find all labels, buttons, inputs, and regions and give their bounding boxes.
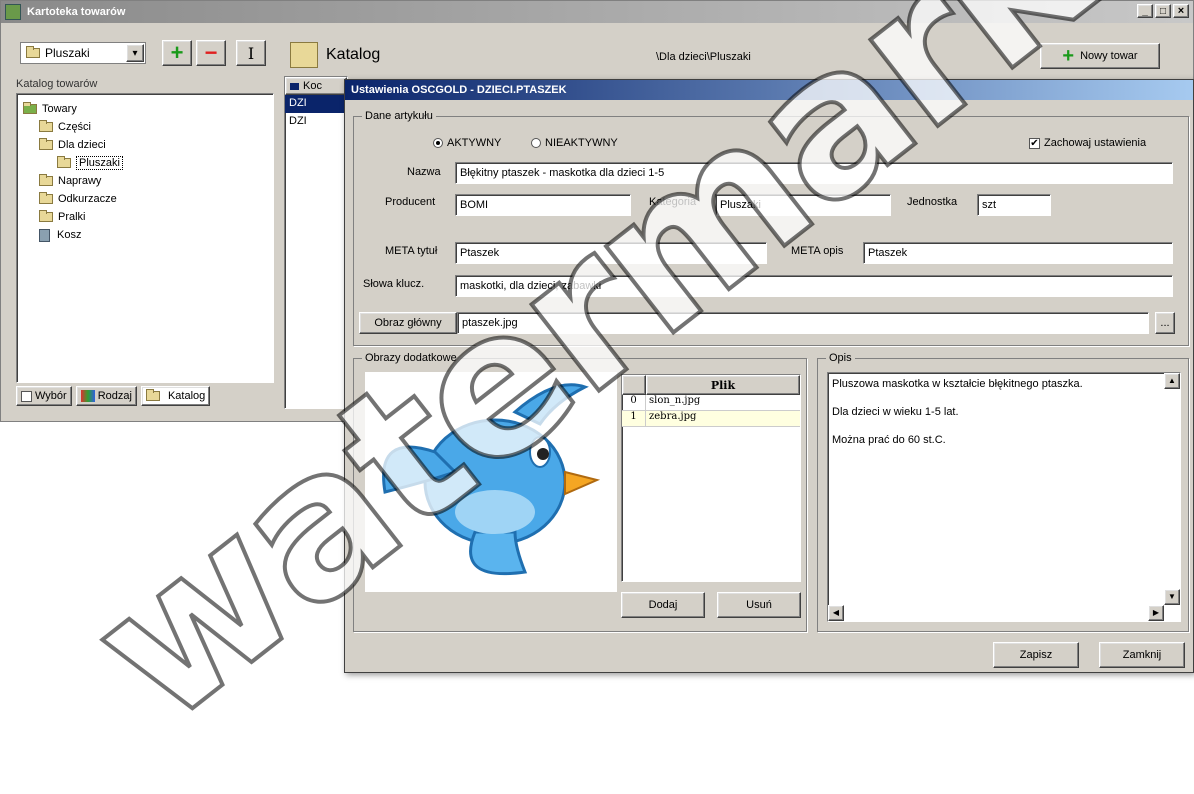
folder-icon [39, 192, 53, 204]
table-col-file[interactable]: Plik [646, 375, 800, 395]
folder-icon [39, 210, 53, 222]
producer-field[interactable]: BOMI [455, 194, 631, 216]
table-row[interactable]: 1 zebra.jpg [622, 411, 800, 427]
keep-settings-checkbox[interactable]: ✔ Zachowaj ustawienia [1029, 137, 1146, 149]
remove-category-button[interactable]: − [196, 40, 226, 66]
save-button[interactable]: Zapisz [993, 642, 1079, 668]
tree-item-odkurzacze[interactable]: Odkurzacze [21, 190, 269, 208]
name-field[interactable]: Błękitny ptaszek - maskotka dla dzieci 1… [455, 162, 1173, 184]
category-label: Kategoria [649, 196, 697, 208]
list-row[interactable]: DZI [285, 113, 347, 131]
description-line: Dla dzieci w wieku 1-5 lat. [832, 406, 959, 418]
plus-icon: + [1062, 44, 1075, 67]
main-image-button[interactable]: Obraz główny [359, 312, 457, 334]
catalog-selector-value: Pluszaki [45, 46, 90, 60]
table-corner [622, 375, 646, 395]
minimize-button[interactable]: _ [1137, 4, 1153, 18]
description-group-label: Opis [826, 352, 855, 364]
add-image-button[interactable]: Dodaj [621, 592, 705, 618]
folder-icon [26, 46, 40, 58]
radio-icon [433, 138, 443, 148]
radio-inactive[interactable]: NIEAKTYWNY [531, 137, 618, 149]
checkbox-icon [21, 390, 32, 402]
catalog-title: Katalog [326, 46, 381, 63]
column-icon [290, 82, 299, 90]
catalog-selector[interactable]: Pluszaki ▾ [20, 42, 146, 64]
settings-dialog: Ustawienia OSCGOLD - DZIECI.PTASZEK Dane… [344, 79, 1194, 673]
description-textarea[interactable]: Pluszowa maskotka w kształcie błękitnego… [827, 372, 1181, 622]
add-category-button[interactable]: + [162, 40, 192, 66]
tab-wybor[interactable]: Wybór [16, 386, 72, 406]
product-list[interactable]: Koc DZI DZI [284, 76, 348, 409]
keywords-field[interactable]: maskotki, dla dzieci, zabawki [455, 275, 1173, 297]
scroll-up-icon[interactable]: ▲ [1164, 373, 1180, 389]
tree-item-pluszaki[interactable]: Pluszaki [21, 154, 269, 172]
producer-label: Producent [385, 196, 436, 208]
main-window-title: Kartoteka towarów [27, 6, 126, 18]
tree-item-kosz[interactable]: Kosz [21, 226, 269, 244]
category-tree[interactable]: Towary Części Dla dzieci Pluszaki Napraw… [16, 93, 274, 383]
meta-title-field[interactable]: Ptaszek [455, 242, 767, 264]
folder-icon [23, 102, 37, 114]
folder-icon [39, 138, 53, 150]
description-line: Można prać do 60 st.C. [832, 434, 946, 446]
tab-katalog[interactable]: Katalog [140, 386, 211, 406]
item-data-group-label: Dane artykułu [362, 110, 436, 122]
tree-item-towary[interactable]: Towary [21, 100, 269, 118]
catalog-path: \Dla dzieci\Pluszaki [656, 51, 751, 63]
catalog-icon [290, 42, 318, 68]
tree-item-naprawy[interactable]: Naprawy [21, 172, 269, 190]
meta-desc-label: META opis [791, 245, 844, 257]
folder-icon [39, 174, 53, 186]
extra-images-table[interactable]: Plik 0 slon_n.jpg 1 zebra.jpg [621, 374, 801, 582]
product-image-preview [365, 372, 617, 592]
check-icon: ✔ [1029, 137, 1040, 149]
name-label: Nazwa [407, 166, 441, 178]
browse-button[interactable]: ... [1155, 312, 1175, 334]
maximize-button[interactable]: □ [1155, 4, 1171, 18]
scroll-right-icon[interactable]: ▶ [1148, 605, 1164, 621]
left-tabs: Wybór Rodzaj Katalog [16, 386, 274, 410]
scroll-down-icon[interactable]: ▼ [1164, 589, 1180, 605]
folder-icon [39, 120, 53, 132]
radio-active[interactable]: AKTYWNY [433, 137, 501, 149]
rename-category-button[interactable]: I [236, 40, 266, 66]
table-header-row: Plik [622, 375, 800, 395]
close-window-button[interactable]: × [1173, 4, 1189, 18]
app-icon [5, 4, 21, 20]
folder-icon [145, 389, 160, 401]
remove-image-button[interactable]: Usuń [717, 592, 801, 618]
dialog-title: Ustawienia OSCGOLD - DZIECI.PTASZEK [351, 84, 567, 96]
description-line: Pluszowa maskotka w kształcie błękitnego… [832, 378, 1083, 390]
meta-title-label: META tytuł [385, 245, 438, 257]
tree-item-czesci[interactable]: Części [21, 118, 269, 136]
main-image-field[interactable]: ptaszek.jpg [457, 312, 1149, 334]
window-controls: _ □ × [1137, 4, 1189, 18]
list-row[interactable]: DZI [285, 95, 347, 113]
meta-desc-field[interactable]: Ptaszek [863, 242, 1173, 264]
scroll-left-icon[interactable]: ◀ [828, 605, 844, 621]
close-dialog-button[interactable]: Zamknij [1099, 642, 1185, 668]
trash-icon [39, 228, 50, 242]
keywords-label: Słowa klucz. [363, 278, 425, 290]
new-product-button[interactable]: + Nowy towar [1040, 43, 1160, 69]
tree-header: Katalog towarów [16, 78, 98, 90]
tree-item-dla-dzieci[interactable]: Dla dzieci [21, 136, 269, 154]
tab-rodzaj[interactable]: Rodzaj [75, 386, 137, 406]
unit-label: Jednostka [907, 196, 958, 208]
tree-item-pralki[interactable]: Pralki [21, 208, 269, 226]
category-field[interactable]: Pluszaki [715, 194, 891, 216]
radio-icon [531, 138, 541, 148]
bird-image [382, 383, 601, 576]
list-column-header[interactable]: Koc [285, 77, 347, 95]
folder-icon [57, 156, 71, 168]
extra-images-group-label: Obrazy dodatkowe [362, 352, 460, 364]
unit-field[interactable]: szt [977, 194, 1051, 216]
chevron-down-icon[interactable]: ▾ [126, 44, 144, 62]
dialog-titlebar: Ustawienia OSCGOLD - DZIECI.PTASZEK [345, 80, 1193, 100]
main-titlebar: Kartoteka towarów _ □ × [1, 1, 1193, 23]
palette-icon [80, 390, 95, 402]
table-row[interactable]: 0 slon_n.jpg [622, 395, 800, 411]
